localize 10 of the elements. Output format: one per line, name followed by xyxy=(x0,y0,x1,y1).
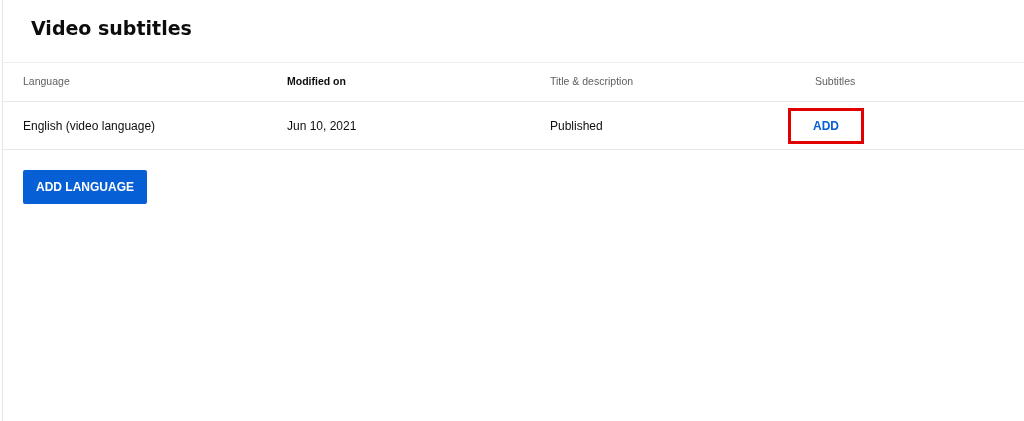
column-header[interactable]: Modified on xyxy=(287,74,346,90)
table-cell-text: English (video language) xyxy=(23,117,156,135)
page-title: Video subtitles xyxy=(30,16,193,41)
column-header[interactable]: Subtitles xyxy=(815,74,856,90)
column-header[interactable]: Title & description xyxy=(550,74,634,90)
table-cell-text: Jun 10, 2021 xyxy=(287,117,357,135)
table-cell-text: Published xyxy=(550,117,603,135)
add-subtitles-link[interactable]: ADD xyxy=(788,107,864,144)
add-language-button[interactable]: ADD LANGUAGE xyxy=(23,170,147,204)
column-header[interactable]: Language xyxy=(23,74,70,90)
